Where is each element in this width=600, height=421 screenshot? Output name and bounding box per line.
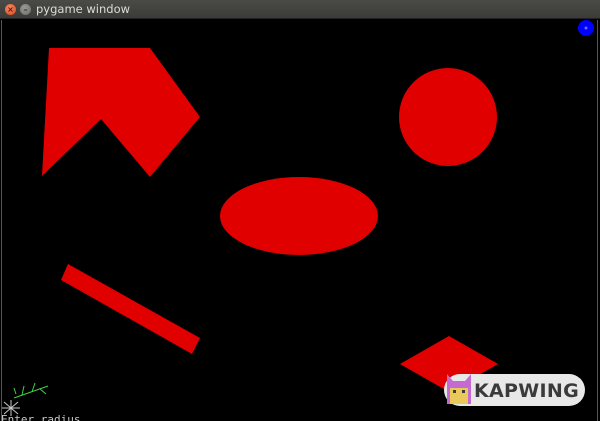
- blue-indicator-center: [584, 26, 588, 30]
- red-polygon: [42, 48, 200, 177]
- close-icon: ×: [7, 4, 14, 14]
- close-button[interactable]: ×: [5, 4, 16, 15]
- drawing-surface: [42, 20, 594, 392]
- kapwing-cat-icon: [447, 374, 471, 404]
- minimize-button[interactable]: –: [20, 4, 31, 15]
- kapwing-watermark: KAPWING: [444, 374, 585, 406]
- title-bar: × – pygame window: [0, 0, 600, 19]
- crosshair-sprite-icon: [2, 382, 49, 416]
- red-ellipse: [220, 177, 378, 255]
- red-thick-line: [61, 264, 200, 354]
- pygame-window: × – pygame window Enter radius KAPWING: [0, 0, 600, 421]
- watermark-text: KAPWING: [474, 380, 579, 402]
- input-prompt: Enter radius: [1, 413, 81, 421]
- game-canvas[interactable]: [1, 20, 598, 421]
- window-title: pygame window: [36, 2, 131, 16]
- minimize-icon: –: [23, 4, 28, 14]
- red-circle: [399, 68, 497, 166]
